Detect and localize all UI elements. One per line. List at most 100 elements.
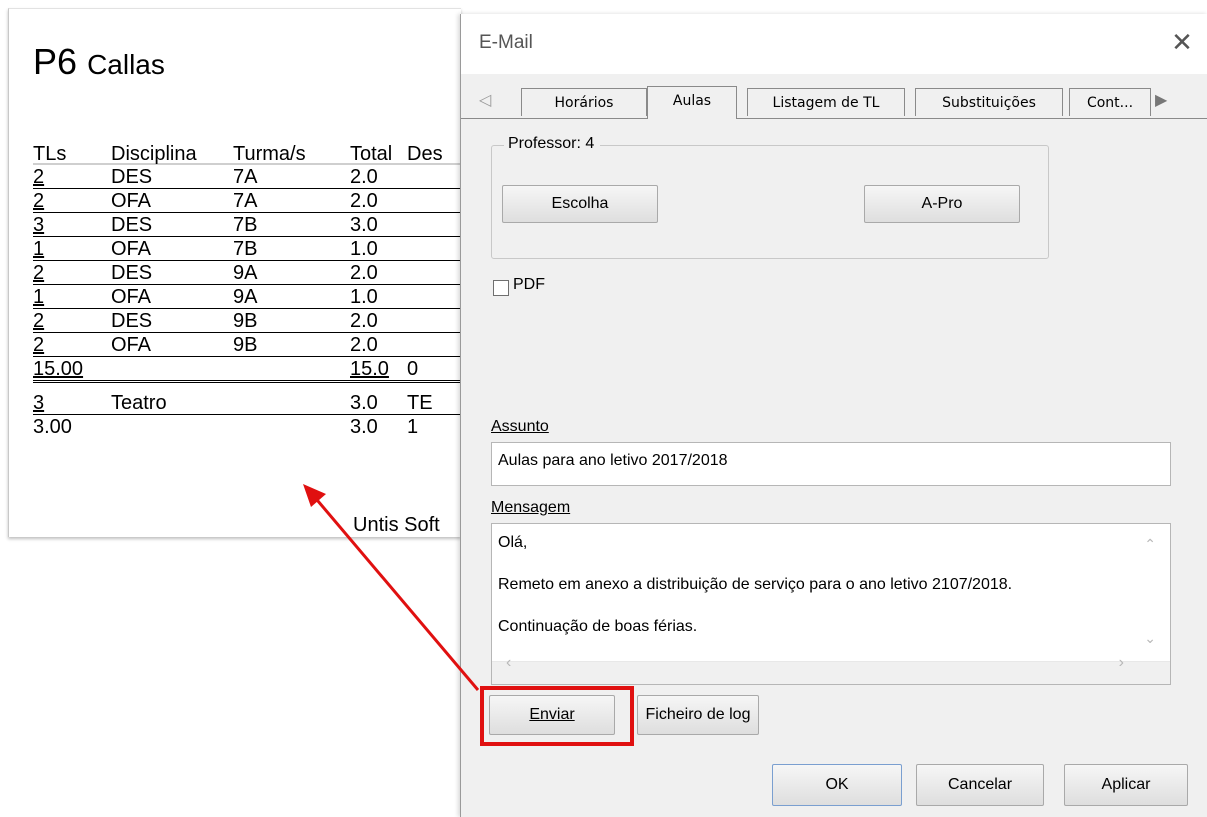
aplicar-button[interactable]: Aplicar: [1064, 764, 1188, 806]
report-cell-tls: 2: [33, 310, 45, 332]
aplicar-button-label: Aplicar: [1101, 776, 1151, 793]
mensagem-line: Olá,: [498, 534, 528, 551]
report-cell-disciplina: OFA: [111, 190, 152, 212]
report-cell-tls: 3: [33, 214, 45, 236]
professor-group: Professor: 4 Escolha A-Pro: [491, 135, 1049, 259]
assunto-input[interactable]: Aulas para ano letivo 2017/2018: [491, 442, 1171, 486]
a-pro-button-label: A-Pro: [921, 195, 963, 212]
total-des: 0: [407, 358, 419, 380]
report-cell-total: 1.0: [350, 238, 378, 260]
tab-substituicoes[interactable]: Substituições: [915, 88, 1063, 116]
report-row: 2 OFA 7A 2.0: [33, 189, 461, 213]
tab-listagem-de-tl[interactable]: Listagem de TL: [747, 88, 905, 116]
scroll-up-icon[interactable]: ⌃: [1144, 536, 1156, 553]
report-table: TLs Disciplina Turma/s Total Des 2 DES 7A 2…: [33, 142, 461, 438]
ficheiro-de-log-button[interactable]: Ficheiro de log: [637, 695, 759, 735]
report-row: 2 OFA 9B 2.0: [33, 333, 461, 357]
report-total-row: 15.00 15.0 0: [33, 357, 461, 383]
report-cell-tls: 2: [33, 262, 45, 284]
report-cell-total: 2.0: [350, 310, 378, 332]
tab-aulas[interactable]: Aulas: [647, 86, 737, 119]
extra-disciplina: Teatro: [111, 392, 167, 414]
report-cell-tls: 2: [33, 334, 45, 356]
report-cell-turmas: 9A: [233, 286, 258, 308]
ficheiro-de-log-button-label: Ficheiro de log: [645, 706, 751, 723]
cancelar-button[interactable]: Cancelar: [916, 764, 1044, 806]
header-turmas: Turma/s: [233, 143, 306, 165]
total-value: 15.0: [350, 358, 389, 380]
dialog-title: E-Mail: [479, 32, 533, 53]
tab-horarios[interactable]: Horários: [521, 88, 647, 116]
header-des: Des: [407, 143, 443, 165]
extra-tls: 3: [33, 392, 45, 414]
extra-total-value: 3.0: [350, 416, 378, 438]
ok-button[interactable]: OK: [772, 764, 902, 806]
scroll-right-icon[interactable]: ›: [1119, 654, 1124, 672]
extra-total-des: 1: [407, 416, 419, 438]
report-cell-disciplina: OFA: [111, 286, 152, 308]
report-title: P6 Callas: [33, 41, 165, 83]
ok-button-label: OK: [825, 776, 849, 793]
report-row: 2 DES 9B 2.0: [33, 309, 461, 333]
tab-strip: ◁ Horários Aulas Listagem de TL Substitu…: [461, 86, 1207, 119]
report-cell-turmas: 9A: [233, 262, 258, 284]
header-tls: TLs: [33, 143, 67, 165]
assunto-label: Assunto: [491, 418, 549, 436]
report-cell-disciplina: DES: [111, 310, 153, 332]
report-row: 3 DES 7B 3.0: [33, 213, 461, 237]
report-cell-total: 2.0: [350, 166, 378, 188]
report-row: 1 OFA 7B 1.0: [33, 237, 461, 261]
scroll-left-icon[interactable]: ‹: [506, 654, 511, 672]
report-row: 2 DES 7A 2.0: [33, 165, 461, 189]
report-header-row: TLs Disciplina Turma/s Total Des: [33, 142, 461, 165]
report-cell-tls: 1: [33, 238, 45, 260]
report-extra-total-row: 3.00 3.0 1: [33, 415, 461, 438]
report-cell-tls: 2: [33, 190, 45, 212]
mensagem-line: Continuação de boas férias.: [498, 618, 698, 635]
tab-scroll-right-icon[interactable]: ▶: [1155, 90, 1167, 110]
dialog-titlebar: E-Mail ✕: [461, 14, 1207, 74]
extra-des: TE: [407, 392, 433, 414]
mensagem-label: Mensagem: [491, 499, 570, 517]
pdf-checkbox[interactable]: [493, 280, 509, 296]
scroll-down-icon[interactable]: ⌄: [1144, 630, 1156, 647]
report-row: 2 DES 9A 2.0: [33, 261, 461, 285]
professor-name: Callas: [87, 49, 165, 80]
report-cell-turmas: 7A: [233, 190, 258, 212]
report-cell-total: 2.0: [350, 190, 378, 212]
report-cell-total: 2.0: [350, 334, 378, 356]
professor-code: P6: [33, 41, 78, 82]
report-footer: Untis Soft: [353, 514, 440, 536]
a-pro-button[interactable]: A-Pro: [864, 185, 1020, 223]
report-extra-row: 3 Teatro 3.0 TE: [33, 391, 461, 415]
tab-scroll-left-icon[interactable]: ◁: [479, 90, 491, 110]
report-cell-turmas: 7A: [233, 166, 258, 188]
enviar-highlight-box: [480, 686, 634, 746]
close-icon[interactable]: ✕: [1168, 28, 1196, 56]
assunto-input-value: Aulas para ano letivo 2017/2018: [498, 452, 728, 469]
report-cell-tls: 2: [33, 166, 45, 188]
report-cell-turmas: 7B: [233, 214, 258, 236]
cancelar-button-label: Cancelar: [947, 776, 1013, 793]
mensagem-label-text: Mensagem: [491, 499, 571, 516]
extra-total-tls: 3.00: [33, 416, 72, 438]
report-row: 1 OFA 9A 1.0: [33, 285, 461, 309]
assunto-label-text: Assunto: [491, 418, 549, 435]
report-cell-disciplina: OFA: [111, 238, 152, 260]
extra-total: 3.0: [350, 392, 378, 414]
horizontal-scrollbar[interactable]: [492, 661, 1170, 684]
tab-panel-aulas: Professor: 4 Escolha A-Pro PDF Assunto A…: [489, 119, 1171, 699]
header-total: Total: [350, 143, 393, 165]
report-cell-total: 2.0: [350, 262, 378, 284]
escolha-button-label: Escolha: [551, 195, 609, 212]
report-cell-disciplina: OFA: [111, 334, 152, 356]
report-cell-turmas: 9B: [233, 310, 258, 332]
report-cell-tls: 1: [33, 286, 45, 308]
report-cell-turmas: 7B: [233, 238, 258, 260]
report-cell-total: 3.0: [350, 214, 378, 236]
mensagem-textarea[interactable]: Olá, Remeto em anexo a distribuição de s…: [491, 523, 1171, 685]
header-disciplina: Disciplina: [111, 143, 197, 165]
escolha-button[interactable]: Escolha: [502, 185, 658, 223]
mensagem-line: Remeto em anexo a distribuição de serviç…: [498, 576, 1013, 593]
tab-cont[interactable]: Cont...: [1069, 88, 1151, 116]
